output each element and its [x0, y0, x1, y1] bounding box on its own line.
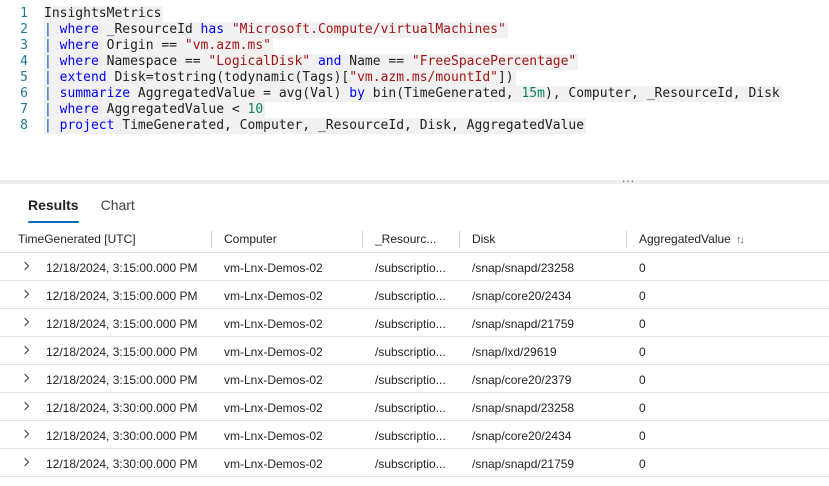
column-header-timegenerated[interactable]: TimeGenerated [UTC] — [18, 232, 136, 246]
table-row[interactable]: 12/18/2024, 3:15:00.000 PM vm-Lnx-Demos-0… — [0, 253, 829, 281]
cell-aggregatedvalue: 0 — [639, 317, 646, 331]
cell-resourceid: /subscriptio... — [375, 401, 446, 415]
expand-row-chevron-icon[interactable] — [20, 371, 34, 385]
expand-row-chevron-icon[interactable] — [20, 455, 34, 469]
table-row[interactable]: 12/18/2024, 3:15:00.000 PM vm-Lnx-Demos-0… — [0, 365, 829, 393]
column-header-disk[interactable]: Disk — [472, 232, 495, 246]
cell-aggregatedvalue: 0 — [639, 345, 646, 359]
line-number: 5 — [20, 70, 28, 85]
query-editor[interactable]: 1 InsightsMetrics 2 | where _ResourceId … — [0, 0, 829, 178]
table-header: TimeGenerated [UTC] Computer _Resourc...… — [0, 226, 829, 253]
expand-row-chevron-icon[interactable] — [20, 343, 34, 357]
line-number: 1 — [20, 6, 28, 21]
cell-aggregatedvalue: 0 — [639, 457, 646, 471]
code-text[interactable]: | extend Disk=tostring(todynamic(Tags)["… — [44, 70, 516, 86]
code-line-7: 7 | where AggregatedValue < 10 — [0, 102, 829, 118]
tab-chart[interactable]: Chart — [91, 196, 147, 226]
cell-disk: /snap/snapd/21759 — [472, 317, 575, 331]
tab-results[interactable]: Results — [18, 196, 91, 226]
code-text[interactable]: | where _ResourceId has "Microsoft.Compu… — [44, 22, 508, 38]
cell-computer: vm-Lnx-Demos-02 — [224, 373, 323, 387]
cell-timegenerated: 12/18/2024, 3:15:00.000 PM — [46, 289, 198, 303]
table-row[interactable]: 12/18/2024, 3:15:00.000 PM vm-Lnx-Demos-0… — [0, 337, 829, 365]
line-number: 8 — [20, 118, 28, 133]
cell-computer: vm-Lnx-Demos-02 — [224, 317, 323, 331]
cell-resourceid: /subscriptio... — [375, 373, 446, 387]
expand-row-chevron-icon[interactable] — [20, 427, 34, 441]
cell-disk: /snap/lxd/29619 — [472, 345, 557, 359]
result-tabs: Results Chart — [18, 196, 147, 226]
code-text[interactable]: InsightsMetrics — [44, 6, 164, 22]
column-header-aggregatedvalue[interactable]: AggregatedValue ↑↓ — [639, 232, 745, 246]
code-text[interactable]: | where AggregatedValue < 10 — [44, 102, 266, 118]
table-body: 12/18/2024, 3:15:00.000 PM vm-Lnx-Demos-0… — [0, 253, 829, 477]
expand-row-chevron-icon[interactable] — [20, 315, 34, 329]
table-row[interactable]: 12/18/2024, 3:30:00.000 PM vm-Lnx-Demos-0… — [0, 421, 829, 449]
cell-computer: vm-Lnx-Demos-02 — [224, 289, 323, 303]
table-row[interactable]: 12/18/2024, 3:30:00.000 PM vm-Lnx-Demos-0… — [0, 393, 829, 421]
column-header-computer[interactable]: Computer — [224, 232, 277, 246]
column-resize-handle[interactable] — [211, 231, 212, 248]
line-number: 6 — [20, 86, 28, 101]
code-text[interactable]: | where Origin == "vm.azm.ms" — [44, 38, 273, 54]
cell-timegenerated: 12/18/2024, 3:15:00.000 PM — [46, 345, 198, 359]
column-header-resourceid[interactable]: _Resourc... — [375, 232, 436, 246]
pane-splitter[interactable] — [0, 180, 829, 184]
results-table: TimeGenerated [UTC] Computer _Resourc...… — [0, 226, 829, 477]
column-resize-handle[interactable] — [362, 231, 363, 248]
cell-resourceid: /subscriptio... — [375, 317, 446, 331]
code-line-3: 3 | where Origin == "vm.azm.ms" — [0, 38, 829, 54]
table-row[interactable]: 12/18/2024, 3:15:00.000 PM vm-Lnx-Demos-0… — [0, 309, 829, 337]
cell-timegenerated: 12/18/2024, 3:30:00.000 PM — [46, 429, 198, 443]
cell-computer: vm-Lnx-Demos-02 — [224, 457, 323, 471]
cell-resourceid: /subscriptio... — [375, 457, 446, 471]
expand-row-chevron-icon[interactable] — [20, 259, 34, 273]
expand-row-chevron-icon[interactable] — [20, 399, 34, 413]
code-line-2: 2 | where _ResourceId has "Microsoft.Com… — [0, 22, 829, 38]
cell-resourceid: /subscriptio... — [375, 289, 446, 303]
cell-timegenerated: 12/18/2024, 3:30:00.000 PM — [46, 401, 198, 415]
line-number: 3 — [20, 38, 28, 53]
code-text[interactable]: | project TimeGenerated, Computer, _Reso… — [44, 118, 587, 134]
cell-timegenerated: 12/18/2024, 3:15:00.000 PM — [46, 317, 198, 331]
cell-resourceid: /subscriptio... — [375, 429, 446, 443]
table-row[interactable]: 12/18/2024, 3:30:00.000 PM vm-Lnx-Demos-0… — [0, 449, 829, 477]
code-text[interactable]: | summarize AggregatedValue = avg(Val) b… — [44, 86, 782, 102]
column-resize-handle[interactable] — [459, 231, 460, 248]
cell-resourceid: /subscriptio... — [375, 345, 446, 359]
line-number: 7 — [20, 102, 28, 117]
code-line-6: 6 | summarize AggregatedValue = avg(Val)… — [0, 86, 829, 102]
cell-aggregatedvalue: 0 — [639, 429, 646, 443]
cell-aggregatedvalue: 0 — [639, 401, 646, 415]
cell-computer: vm-Lnx-Demos-02 — [224, 345, 323, 359]
code-text[interactable]: | where Namespace == "LogicalDisk" and N… — [44, 54, 579, 70]
column-resize-handle[interactable] — [626, 231, 627, 248]
table-row[interactable]: 12/18/2024, 3:15:00.000 PM vm-Lnx-Demos-0… — [0, 281, 829, 309]
cell-timegenerated: 12/18/2024, 3:15:00.000 PM — [46, 261, 198, 275]
cell-disk: /snap/snapd/21759 — [472, 457, 575, 471]
cell-disk: /snap/core20/2434 — [472, 289, 572, 303]
splitter-grip-icon[interactable]: ... — [622, 171, 635, 185]
cell-disk: /snap/snapd/23258 — [472, 401, 575, 415]
cell-aggregatedvalue: 0 — [639, 261, 646, 275]
code-line-5: 5 | extend Disk=tostring(todynamic(Tags)… — [0, 70, 829, 86]
cell-disk: /snap/core20/2434 — [472, 429, 572, 443]
cell-disk: /snap/core20/2379 — [472, 373, 572, 387]
expand-row-chevron-icon[interactable] — [20, 287, 34, 301]
cell-aggregatedvalue: 0 — [639, 289, 646, 303]
line-number: 2 — [20, 22, 28, 37]
code-line-1: 1 InsightsMetrics — [0, 6, 829, 22]
line-number: 4 — [20, 54, 28, 69]
cell-resourceid: /subscriptio... — [375, 261, 446, 275]
cell-computer: vm-Lnx-Demos-02 — [224, 401, 323, 415]
cell-timegenerated: 12/18/2024, 3:15:00.000 PM — [46, 373, 198, 387]
cell-computer: vm-Lnx-Demos-02 — [224, 261, 323, 275]
code-line-4: 4 | where Namespace == "LogicalDisk" and… — [0, 54, 829, 70]
code-line-8: 8 | project TimeGenerated, Computer, _Re… — [0, 118, 829, 134]
cell-aggregatedvalue: 0 — [639, 373, 646, 387]
cell-disk: /snap/snapd/23258 — [472, 261, 575, 275]
cell-computer: vm-Lnx-Demos-02 — [224, 429, 323, 443]
sort-icon[interactable]: ↑↓ — [736, 234, 745, 246]
cell-timegenerated: 12/18/2024, 3:30:00.000 PM — [46, 457, 198, 471]
